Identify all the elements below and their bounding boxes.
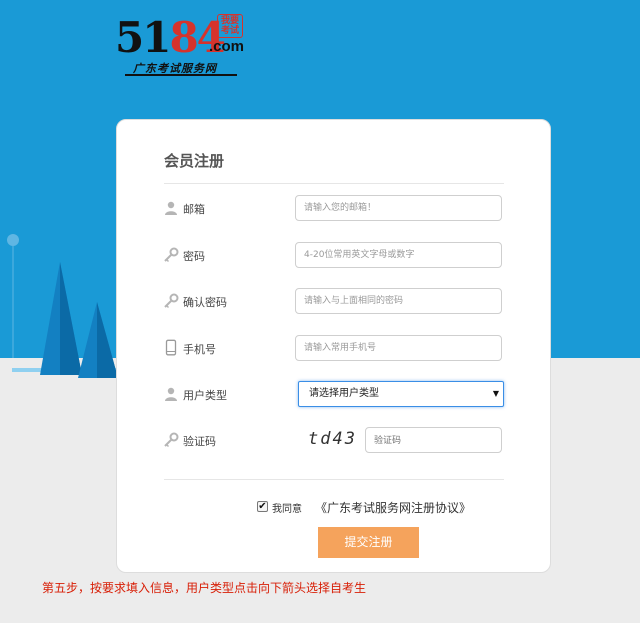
user-icon <box>165 201 177 215</box>
email-field[interactable] <box>295 195 502 221</box>
key-icon <box>164 247 179 263</box>
logo-underline <box>125 74 237 76</box>
phone-label: 手机号 <box>183 343 216 356</box>
phone-row: 手机号 <box>117 335 552 363</box>
email-label: 邮箱 <box>183 203 205 216</box>
captcha-field[interactable] <box>365 427 502 453</box>
agree-checkbox[interactable]: ✔ <box>257 501 268 512</box>
chevron-down-icon[interactable]: ▼ <box>493 382 499 405</box>
logo-seal: 我要考试 <box>217 14 243 38</box>
key-icon <box>164 293 179 309</box>
submit-button[interactable]: 提交注册 <box>318 527 419 558</box>
agreement-link[interactable]: 《广东考试服务网注册协议》 <box>315 499 471 516</box>
form-divider <box>164 479 504 480</box>
user-type-select[interactable]: 请选择用户类型 ▼ <box>298 381 504 407</box>
password-row: 密码 <box>117 242 552 270</box>
key-icon <box>164 432 179 448</box>
phone-icon <box>165 339 177 356</box>
password-label: 密码 <box>183 250 205 263</box>
instruction-caption: 第五步，按要求填入信息，用户类型点击向下箭头选择自考生 <box>42 581 367 595</box>
agree-label: 我同意 <box>272 504 302 515</box>
captcha-image[interactable]: td43 <box>308 427 357 451</box>
confirm-password-field[interactable] <box>295 288 502 314</box>
form-title: 会员注册 <box>164 152 225 170</box>
register-card: 会员注册 邮箱 密码 确认密码 手机号 <box>116 119 551 573</box>
email-row: 邮箱 <box>117 195 552 223</box>
user-icon <box>165 387 177 401</box>
phone-field[interactable] <box>295 335 502 361</box>
logo-numerals: 5184 <box>115 13 226 62</box>
tree-decoration <box>7 234 130 378</box>
title-divider <box>164 183 504 184</box>
agreement-row: ✔ 我同意 《广东考试服务网注册协议》 <box>257 499 487 517</box>
password-field[interactable] <box>295 242 502 268</box>
user-type-selected: 请选择用户类型 <box>309 388 379 399</box>
confirm-password-row: 确认密码 <box>117 288 552 316</box>
site-logo[interactable]: 5184 我要考试 .com 广东考试服务网 <box>115 8 250 80</box>
captcha-row: 验证码 td43 <box>117 427 552 455</box>
captcha-label: 验证码 <box>183 435 216 448</box>
confirm-password-label: 确认密码 <box>183 296 227 309</box>
user-type-row: 用户类型 请选择用户类型 ▼ <box>117 381 552 409</box>
user-type-label: 用户类型 <box>183 389 227 402</box>
logo-domain: .com <box>209 38 245 55</box>
